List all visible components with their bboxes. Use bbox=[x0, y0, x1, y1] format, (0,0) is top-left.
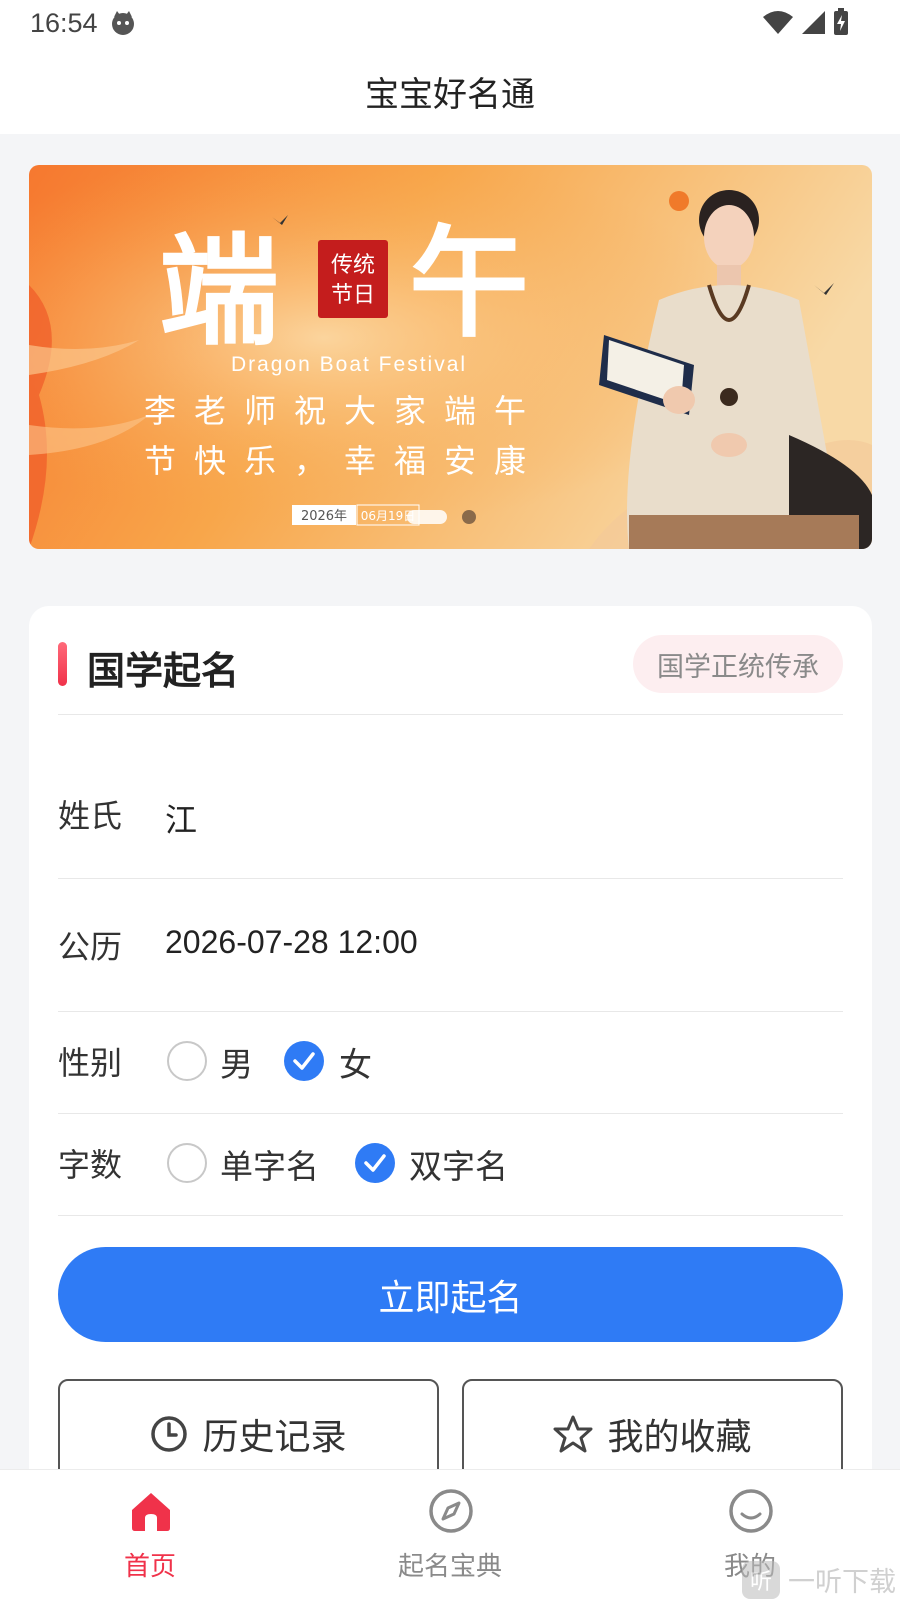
gender-male-label[interactable]: 男 bbox=[220, 1038, 253, 1086]
char-count-label: 字数 bbox=[58, 1146, 123, 1184]
gender-label: 性别 bbox=[58, 1044, 123, 1082]
favorites-label: 我的收藏 bbox=[607, 1417, 752, 1458]
banner-line1: 李老师祝大家端午 bbox=[144, 392, 544, 430]
banner-year: 2026年 bbox=[301, 509, 347, 524]
divider bbox=[58, 1011, 843, 1012]
calendar-label: 公历 bbox=[58, 928, 123, 966]
divider bbox=[58, 878, 843, 879]
watermark-text: 一听下载 bbox=[788, 1567, 896, 1598]
tab-naming-guide[interactable]: 起名宝典 bbox=[350, 1470, 550, 1600]
tab-home[interactable]: 首页 bbox=[50, 1470, 250, 1600]
star-icon bbox=[553, 1415, 593, 1453]
banner-image: 传统 节日 端 午 Dragon Boat Festival 李老师祝大家端午 … bbox=[29, 165, 872, 549]
status-bar: 16:54 bbox=[0, 0, 900, 48]
gender-female-label[interactable]: 女 bbox=[339, 1038, 372, 1086]
banner-seal-top: 传统 bbox=[331, 253, 375, 278]
smiley-icon bbox=[729, 1489, 773, 1533]
banner-line2: 节快乐，幸福安康 bbox=[144, 442, 544, 480]
surname-label: 姓氏 bbox=[58, 797, 123, 835]
banner-subtitle-en: Dragon Boat Festival bbox=[231, 353, 467, 376]
tab-naming-guide-label: 起名宝典 bbox=[397, 1552, 502, 1582]
status-time: 16:54 bbox=[30, 8, 98, 38]
card-title: 国学起名 bbox=[87, 649, 240, 693]
banner-title-left: 端 bbox=[159, 221, 279, 362]
app-bar: 宝宝好名通 bbox=[0, 48, 900, 134]
signal-icon bbox=[802, 11, 825, 34]
carousel-dot-active[interactable] bbox=[407, 510, 447, 524]
single-char-radio[interactable] bbox=[167, 1143, 207, 1183]
banner-title-right: 午 bbox=[409, 213, 529, 354]
double-char-label[interactable]: 双字名 bbox=[409, 1140, 508, 1188]
birth-datetime-picker[interactable]: 2026-07-28 12:00 bbox=[165, 924, 418, 961]
tab-home-label: 首页 bbox=[123, 1552, 176, 1582]
divider bbox=[58, 714, 843, 715]
banner-seal-bottom: 节日 bbox=[331, 283, 375, 308]
surname-input[interactable]: 江 bbox=[165, 795, 197, 841]
single-char-label[interactable]: 单字名 bbox=[220, 1140, 319, 1188]
clock-icon bbox=[151, 1416, 188, 1452]
wifi-icon bbox=[763, 11, 793, 34]
cat-notification-icon bbox=[112, 11, 134, 35]
gender-female-radio[interactable] bbox=[284, 1041, 324, 1081]
tradition-badge: 国学正统传承 bbox=[633, 635, 843, 693]
double-char-radio[interactable] bbox=[355, 1143, 395, 1183]
battery-icon bbox=[834, 8, 848, 35]
app-title: 宝宝好名通 bbox=[365, 74, 535, 115]
check-icon bbox=[293, 1052, 315, 1070]
card-header: 国学起名 国学正统传承 bbox=[29, 606, 872, 714]
card-accent-bar bbox=[58, 642, 67, 686]
watermark-logo: 听 bbox=[742, 1560, 780, 1599]
status-icons bbox=[762, 8, 850, 36]
naming-card: 国学起名 国学正统传承 姓氏 江 公历 2026-07-28 12:00 性别 … bbox=[29, 606, 872, 1600]
divider bbox=[58, 1215, 843, 1216]
watermark: 听 一听下载 bbox=[742, 1560, 896, 1599]
check-icon bbox=[364, 1154, 386, 1172]
compass-icon bbox=[429, 1489, 473, 1533]
banner-carousel[interactable]: 传统 节日 端 午 Dragon Boat Festival 李老师祝大家端午 … bbox=[29, 165, 872, 549]
carousel-dot[interactable] bbox=[462, 510, 476, 524]
divider bbox=[58, 1113, 843, 1114]
history-label: 历史记录 bbox=[202, 1417, 347, 1458]
gender-male-radio[interactable] bbox=[167, 1041, 207, 1081]
generate-name-button[interactable]: 立即起名 bbox=[58, 1247, 843, 1342]
home-icon bbox=[132, 1493, 170, 1531]
